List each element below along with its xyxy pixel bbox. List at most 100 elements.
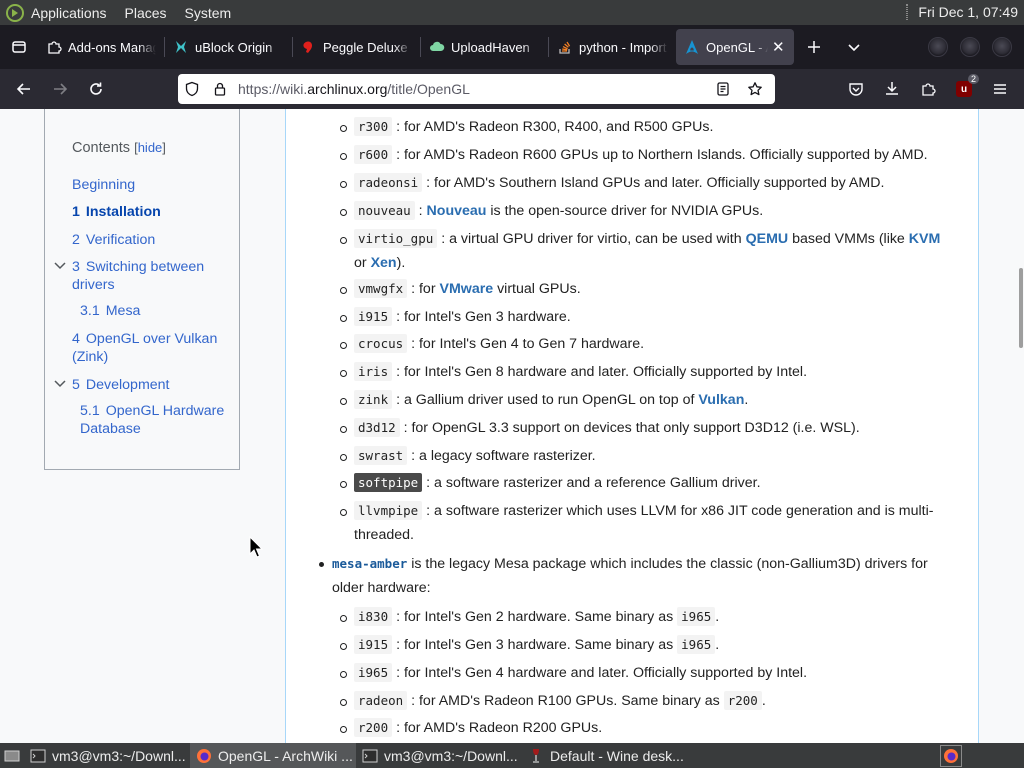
tab-title: UploadHaven [451, 39, 530, 55]
driver-description: virtual GPUs. [493, 281, 581, 297]
peggle-icon [301, 39, 317, 55]
tracking-protection-icon[interactable] [178, 81, 206, 97]
toc-item-development[interactable]: 5 Development [54, 376, 170, 394]
tab-python-import[interactable]: python - Import [549, 29, 676, 65]
minimize-button[interactable] [928, 37, 948, 57]
downloads-button[interactable] [874, 73, 910, 105]
toc-item-opengl-over-vulkan[interactable]: 4 OpenGL over Vulkan (Zink) [72, 330, 232, 366]
taskbar-item-wine-desktop[interactable]: Default - Wine desk... [522, 743, 688, 768]
vmware-link[interactable]: VMware [440, 281, 494, 297]
qemu-link[interactable]: QEMU [746, 231, 789, 247]
driver-description: : a software rasterizer and a reference … [426, 475, 761, 491]
toc-hide-link[interactable]: hide [138, 140, 163, 155]
reload-button[interactable] [78, 73, 114, 105]
new-tab-button[interactable] [794, 29, 834, 65]
toc-item-installation[interactable]: 1 Installation [72, 203, 161, 221]
list-item: iris : for Intel's Gen 8 hardware and la… [340, 360, 946, 384]
url-actions [709, 81, 769, 97]
forward-button[interactable] [42, 73, 78, 105]
ublock-button[interactable]: u2 [946, 73, 982, 105]
bookmark-star-icon[interactable] [741, 81, 769, 97]
toc-item-label: Verification [85, 232, 156, 248]
pocket-button[interactable] [838, 73, 874, 105]
driver-description-prefix: : [418, 203, 427, 219]
driver-description: is the open-source driver for NVIDIA GPU… [486, 203, 764, 219]
plus-icon [808, 41, 820, 53]
toc-item-switching-between-drivers[interactable]: 3 Switching between drivers [54, 258, 222, 294]
driver-code-ref: i965 [677, 607, 716, 626]
workspace-switcher[interactable] [940, 744, 962, 767]
firefox-view-button[interactable] [0, 25, 38, 69]
taskbar-item-terminal-1[interactable]: vm3@vm3:~/Downl... [24, 743, 190, 768]
url-text[interactable]: https://wiki.archlinux.org/title/OpenGL [238, 81, 470, 97]
package-description: is the legacy Mesa package which include… [407, 556, 928, 572]
hamburger-menu-icon [994, 84, 1006, 94]
driver-code-ref: r200 [723, 691, 762, 710]
page-scrollbar[interactable] [1019, 268, 1023, 348]
list-item: r200 : for AMD's Radeon R200 GPUs. [340, 716, 946, 740]
toc-item-number: 2 [72, 232, 80, 248]
wine-icon [528, 748, 544, 764]
driver-code: swrast [354, 446, 408, 465]
ublock-count: 2 [967, 74, 979, 84]
driver-description: : for Intel's Gen 4 hardware and later. … [396, 665, 808, 681]
toc-item-label: OpenGL over Vulkan (Zink) [72, 331, 218, 365]
distro-logo-icon[interactable] [6, 3, 24, 22]
toc-item-verification[interactable]: 2 Verification [72, 231, 155, 249]
firefox-icon [196, 748, 212, 764]
tab-peggle-deluxe[interactable]: Peggle Deluxe [293, 29, 420, 65]
tab-addons-manager[interactable]: Add-ons Manager [38, 29, 164, 65]
driver-description: . [744, 392, 749, 408]
show-desktop-button[interactable] [0, 743, 24, 768]
toc-title: Contents [72, 140, 131, 156]
toolbar-right: u2 [838, 73, 1018, 105]
url-bar[interactable]: https://wiki.archlinux.org/title/OpenGL [178, 74, 775, 104]
page-viewport[interactable]: Contents [hide] Beginning 1 Installation … [0, 109, 1024, 743]
tab-opengl-archwiki[interactable]: OpenGL - ArchWiki ✕ [676, 29, 794, 65]
mesa-amber-link[interactable]: mesa-amber [332, 556, 407, 572]
close-window-button[interactable] [992, 37, 1012, 57]
chevron-down-icon[interactable] [53, 259, 67, 273]
xen-link[interactable]: Xen [371, 255, 397, 271]
maximize-button[interactable] [960, 37, 980, 57]
taskbar-item-terminal-2[interactable]: vm3@vm3:~/Downl... [356, 743, 522, 768]
driver-code: iris [354, 362, 393, 381]
driver-code: d3d12 [354, 418, 400, 437]
close-icon[interactable]: ✕ [772, 38, 786, 56]
chevron-down-icon[interactable] [53, 377, 67, 391]
extensions-button[interactable] [910, 73, 946, 105]
driver-code: r200 [354, 718, 393, 737]
tab-bar: Add-ons Manager uBlock Origin Peggle Del… [0, 25, 1024, 69]
clock[interactable]: Fri Dec 1, 07:49 [906, 4, 1018, 20]
driver-code: crocus [354, 334, 408, 353]
lock-icon[interactable] [206, 81, 234, 97]
reader-view-icon[interactable] [709, 81, 737, 97]
vulkan-link[interactable]: Vulkan [698, 392, 744, 408]
toc-hide-toggle[interactable]: [hide] [134, 140, 166, 155]
list-all-tabs-button[interactable] [834, 29, 874, 65]
app-menu-button[interactable] [982, 73, 1018, 105]
tab-title: OpenGL - ArchWiki [706, 39, 768, 55]
nouveau-link[interactable]: Nouveau [427, 203, 487, 219]
tab-ublock-origin[interactable]: uBlock Origin [165, 29, 292, 65]
applications-menu[interactable]: Applications [31, 5, 107, 21]
places-menu[interactable]: Places [125, 5, 167, 21]
toc-item-label: Mesa [105, 303, 141, 319]
driver-description: : for AMD's Radeon R600 GPUs up to North… [396, 147, 928, 163]
pocket-icon [849, 83, 863, 96]
tab-uploadhaven[interactable]: UploadHaven [421, 29, 548, 65]
toc-item-opengl-hardware-database[interactable]: 5.1 OpenGL Hardware Database [80, 402, 235, 438]
driver-description-cont: threaded. [354, 527, 414, 543]
back-button[interactable] [6, 73, 42, 105]
toc-item-mesa[interactable]: 3.1 Mesa [80, 302, 140, 320]
taskbar-item-firefox[interactable]: OpenGL - ArchWiki ... [190, 743, 356, 768]
toc-item-beginning[interactable]: Beginning [72, 176, 135, 194]
desktop-icon [4, 750, 20, 761]
kvm-link[interactable]: KVM [909, 231, 941, 247]
toc-item-label: Beginning [72, 177, 136, 193]
package-description-cont: older hardware: [332, 580, 431, 596]
driver-description: : for OpenGL 3.3 support on devices that… [403, 420, 860, 436]
system-menu[interactable]: System [185, 5, 232, 21]
reload-icon [90, 82, 102, 95]
list-item: radeon : for AMD's Radeon R100 GPUs. Sam… [340, 689, 946, 713]
